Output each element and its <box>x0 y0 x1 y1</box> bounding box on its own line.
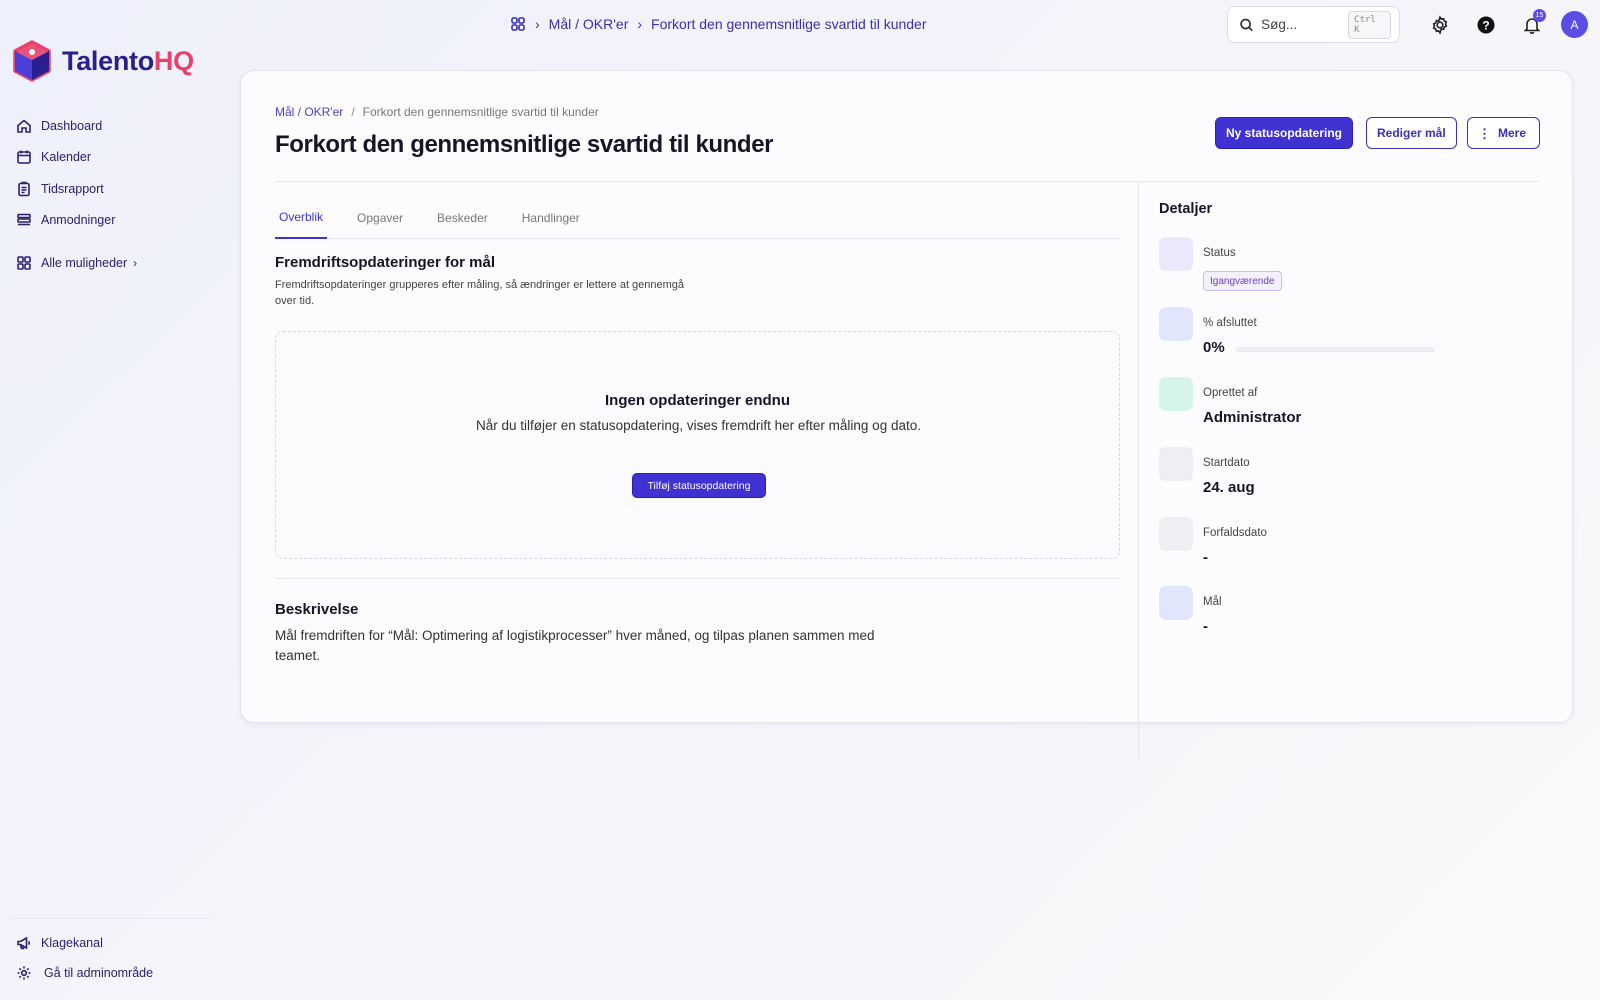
sidebar-bottom: Klagekanal Gå til adminområde <box>16 928 153 988</box>
clipboard-icon <box>18 181 30 197</box>
sidebar-item-all-options[interactable]: Alle muligheder › <box>16 247 137 279</box>
help-icon: ? <box>1477 16 1495 34</box>
search-input[interactable] <box>1261 17 1342 32</box>
sidebar-item-requests[interactable]: Anmodninger <box>16 205 137 237</box>
description-text: Mål fremdriften for “Mål: Optimering af … <box>275 628 875 663</box>
sidebar-item-admin[interactable]: Gå til adminområde <box>16 958 153 988</box>
user-icon <box>1159 377 1193 411</box>
edit-goal-button[interactable]: Rediger mål <box>1366 117 1457 149</box>
add-status-button[interactable]: Tilføj statusopdatering <box>632 473 766 498</box>
gear-icon <box>17 966 31 980</box>
top-breadcrumb-current: Forkort den gennemsnitlige svartid til k… <box>651 16 927 32</box>
percent-icon <box>1159 307 1193 341</box>
notifications-button[interactable]: 15 <box>1520 9 1546 37</box>
sidebar-item-dashboard[interactable]: Dashboard <box>16 110 137 142</box>
status-badge: Igangværende <box>1203 271 1282 291</box>
detail-label: % afsluttet <box>1203 317 1257 329</box>
kebab-icon: ⋮ <box>1478 125 1491 141</box>
tab-actions[interactable]: Handlinger <box>522 196 597 239</box>
detail-value: - <box>1203 618 1208 635</box>
chevron-right-icon: › <box>637 16 643 32</box>
detail-label: Startdato <box>1203 457 1250 469</box>
progress-section-description: Fremdriftsopdateringer grupperes efter m… <box>275 279 685 307</box>
tab-messages[interactable]: Beskeder <box>437 196 505 239</box>
grid-icon <box>17 255 31 270</box>
tab-bar: Overblik Opgaver Beskeder Handlinger <box>275 196 1120 239</box>
sidebar-item-label: Alle muligheder <box>41 255 128 270</box>
empty-state-text: Når du tilføjer en statusopdatering, vis… <box>476 418 921 433</box>
detail-value: 0% <box>1203 339 1225 356</box>
new-status-button[interactable]: Ny statusopdatering <box>1215 117 1354 149</box>
top-breadcrumb: › Mål / OKR'er › Forkort den gennemsnitl… <box>510 14 927 34</box>
sidebar-item-label: Anmodninger <box>41 213 116 228</box>
breadcrumb: Mål / OKR'er / Forkort den gennemsnitlig… <box>275 105 599 119</box>
help-button[interactable]: ? <box>1474 13 1498 37</box>
megaphone-icon <box>17 936 31 950</box>
details-title: Detaljer <box>1159 201 1213 217</box>
detail-value: Administrator <box>1203 409 1302 426</box>
apps-icon[interactable] <box>510 16 526 32</box>
calendar-icon <box>17 150 31 165</box>
empty-state: Ingen opdateringer endnu Når du tilføjer… <box>275 331 1120 559</box>
section-divider <box>275 578 1120 579</box>
sidebar: TalentoHQ Dashboard Kalender Tidsrapport… <box>0 0 212 1000</box>
chevron-right-icon: › <box>133 255 138 270</box>
brand-name: TalentoHQ <box>62 46 194 77</box>
avatar[interactable]: A <box>1561 11 1588 38</box>
brand-name-part1: Talento <box>62 45 154 76</box>
sidebar-divider <box>10 918 210 919</box>
sidebar-item-label: Dashboard <box>41 118 103 133</box>
search-icon <box>1240 18 1253 31</box>
detail-value: - <box>1203 549 1208 566</box>
description-section-title: Beskrivelse <box>275 601 359 618</box>
empty-state-title: Ingen opdateringer endnu <box>604 392 790 409</box>
brand-name-part2: HQ <box>153 45 194 76</box>
more-button[interactable]: ⋮ Mere <box>1467 117 1540 149</box>
breadcrumb-parent-link[interactable]: Mål / OKR'er <box>275 105 343 119</box>
breadcrumb-current: Forkort den gennemsnitlige svartid til k… <box>362 105 599 119</box>
settings-button[interactable] <box>1428 13 1452 37</box>
page-title: Forkort den gennemsnitlige svartid til k… <box>275 131 774 158</box>
gear-icon <box>1432 15 1448 35</box>
sidebar-item-timesheet[interactable]: Tidsrapport <box>16 173 137 205</box>
tab-tasks[interactable]: Opgaver <box>357 196 420 239</box>
top-breadcrumb-parent[interactable]: Mål / OKR'er <box>549 16 629 32</box>
progress-bar <box>1235 347 1435 352</box>
detail-label: Oprettet af <box>1203 387 1258 399</box>
list-icon <box>17 213 31 226</box>
cube-logo-icon <box>13 40 51 82</box>
sidebar-item-label: Tidsrapport <box>41 181 104 196</box>
column-divider <box>1138 181 1139 759</box>
tab-overview[interactable]: Overblik <box>275 196 328 239</box>
sidebar-nav: Dashboard Kalender Tidsrapport Anmodning… <box>16 110 137 279</box>
status-icon <box>1159 237 1193 271</box>
sidebar-item-whistleblower[interactable]: Klagekanal <box>16 928 153 958</box>
search-shortcut: Ctrl K <box>1348 10 1391 39</box>
detail-label: Mål <box>1203 596 1222 608</box>
search-box[interactable]: Ctrl K <box>1227 6 1400 43</box>
chevron-right-icon: › <box>535 16 540 32</box>
sidebar-item-label: Kalender <box>41 150 92 165</box>
notification-count-badge: 15 <box>1533 9 1546 22</box>
sidebar-item-label: Gå til adminområde <box>44 966 154 980</box>
calendar-icon <box>1159 447 1193 481</box>
svg-text:?: ? <box>1482 19 1489 33</box>
progress-section-title: Fremdriftsopdateringer for mål <box>275 254 496 271</box>
detail-label: Forfaldsdato <box>1203 527 1267 539</box>
detail-value: 24. aug <box>1203 479 1255 496</box>
breadcrumb-separator: / <box>351 105 355 119</box>
target-icon <box>1159 586 1193 620</box>
sidebar-item-label: Klagekanal <box>41 936 103 950</box>
home-icon <box>17 119 31 133</box>
detail-label: Status <box>1203 247 1236 259</box>
sidebar-item-calendar[interactable]: Kalender <box>16 142 137 174</box>
calendar-icon <box>1159 517 1193 551</box>
brand-logo[interactable]: TalentoHQ <box>12 40 194 82</box>
header-divider <box>275 181 1539 182</box>
goal-detail-card: Mål / OKR'er / Forkort den gennemsnitlig… <box>240 70 1573 759</box>
more-button-label: Mere <box>1498 126 1527 140</box>
